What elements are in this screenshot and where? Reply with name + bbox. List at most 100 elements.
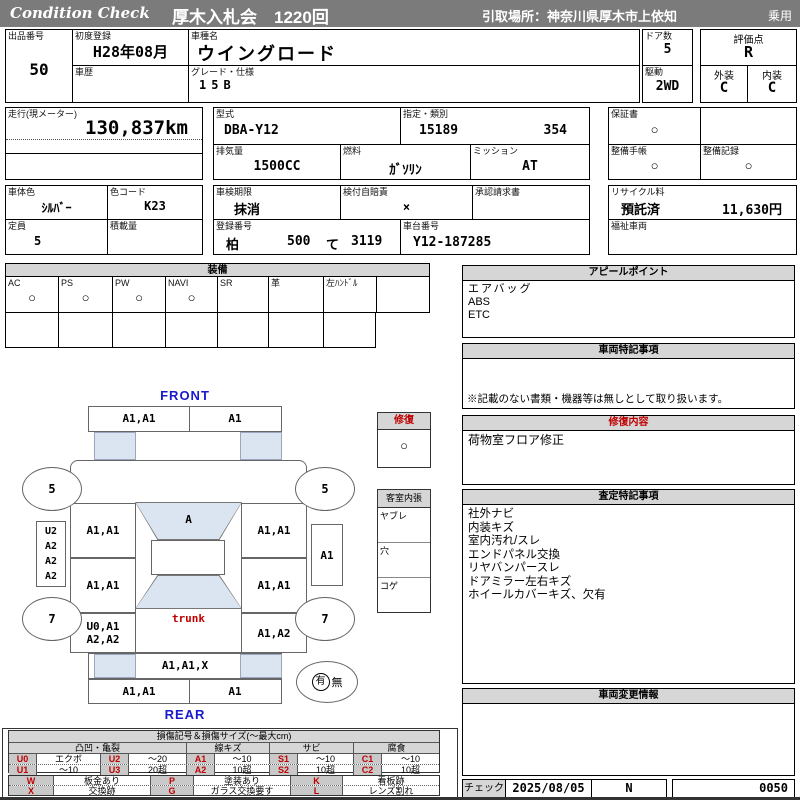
exterior-value: C bbox=[719, 80, 729, 96]
first-reg-cell: 初度登録 H28年08月 bbox=[73, 30, 189, 66]
color-code-value: K23 bbox=[144, 199, 166, 213]
assessment-section: 査定特記事項 社外ナビ 内装キズ 室内汚れ/スレ エンドパネル交換 リヤバンパー… bbox=[462, 489, 795, 684]
spare-absent: 無 bbox=[331, 677, 343, 689]
rear-left-tire-mark: 7 bbox=[22, 597, 82, 641]
check-number: 0050 bbox=[759, 781, 788, 795]
designation-label: 指定・類別 bbox=[403, 109, 449, 119]
front-bumper-right-mark: A1 bbox=[228, 412, 242, 425]
registration-kana: て bbox=[326, 238, 340, 253]
assessment-line: 内装キズ bbox=[468, 521, 514, 534]
rear-left-door: A1,A1 bbox=[70, 558, 136, 613]
displacement-cell: 排気量 1500CC bbox=[214, 145, 341, 179]
taillamp-right bbox=[240, 654, 282, 678]
front-right-tire-mark: 5 bbox=[295, 467, 355, 511]
registration-label: 登録番号 bbox=[216, 221, 253, 231]
lot-label: 出品番号 bbox=[8, 31, 45, 41]
doc-empty-cell bbox=[701, 108, 796, 145]
doors-label: ドア数 bbox=[645, 31, 673, 41]
interior-cell: 内装 C bbox=[748, 66, 796, 102]
model-name-cell: 車種名 ウイングロード bbox=[189, 30, 639, 66]
chassis-label: 車台番号 bbox=[403, 221, 440, 231]
assessment-line: 社外ナビ bbox=[468, 508, 514, 520]
rear-right-tire-mark: 7 bbox=[295, 597, 355, 641]
registration-number-cell: 登録番号 柏 500 て 3119 bbox=[214, 220, 401, 254]
headlamp-right bbox=[240, 432, 282, 460]
legend-table: 損傷記号＆損傷サイズ(〜最大cm) 凸凹・亀裂 線キズ サビ 腐食 U0 エクボ… bbox=[8, 730, 440, 775]
equipment-cell-lhd: 左ﾊﾝﾄﾞﾙ bbox=[324, 277, 377, 312]
doors-drive-table: ドア数 5 駆動 2WD bbox=[642, 29, 693, 103]
left-side-mark: A2 bbox=[44, 556, 58, 567]
first-reg-value: H28年08月 bbox=[92, 43, 169, 61]
legend-code: C2 bbox=[354, 765, 382, 775]
model-code-value: DBA-Y12 bbox=[224, 123, 279, 138]
front-right-door: A1,A1 bbox=[241, 503, 307, 558]
legend-title: 損傷記号＆損傷サイズ(〜最大cm) bbox=[9, 731, 439, 743]
equipment-empty-cell bbox=[166, 313, 218, 347]
equipment-row-2 bbox=[5, 313, 376, 348]
legend-code: S2 bbox=[270, 765, 298, 775]
equipment-mark-ac: ○ bbox=[28, 290, 36, 305]
front-left-door: A1,A1 bbox=[70, 503, 136, 558]
front-left-tire-mark: 5 bbox=[22, 467, 82, 511]
appeal-section: アピールポイント エアバッグ ABS ETC bbox=[462, 265, 795, 338]
score-cell: 評価点 R bbox=[701, 30, 796, 66]
doors-cell: ドア数 5 bbox=[643, 30, 692, 66]
color-code-label: 色コード bbox=[110, 187, 147, 197]
legend-code: A1 bbox=[187, 754, 215, 764]
equipment-cell-ps: PS ○ bbox=[59, 277, 113, 312]
spec-table: 型式 DBA-Y12 指定・類別 15189 354 排気量 1500CC 燃料… bbox=[213, 107, 590, 180]
left-quarter-mark-2: A2,A2 bbox=[86, 633, 120, 646]
grade-value: 15B bbox=[199, 78, 236, 92]
model-code-cell: 型式 DBA-Y12 bbox=[214, 108, 401, 145]
registration-table: 車検期限 抹消 検付自賠責 × 承認請求書 登録番号 柏 500 て 3119 … bbox=[213, 185, 590, 255]
rear-bumper-right-mark: A1 bbox=[228, 685, 242, 698]
recycle-welfare-table: リサイクル料 預託済 11,630円 福祉車両 bbox=[608, 185, 797, 255]
exterior-cell: 外装 C bbox=[701, 66, 748, 102]
maintenance-record-cell: 整備記録 ○ bbox=[701, 145, 796, 179]
fuel-label: 燃料 bbox=[343, 146, 362, 156]
legend-desc: レンズ割れ bbox=[368, 786, 414, 795]
cabin-lining-box: 客室内張 ヤブレ 穴 コゲ bbox=[377, 489, 431, 613]
lot-cell: 出品番号 50 bbox=[6, 30, 73, 102]
interior-value: C bbox=[767, 80, 777, 96]
transmission-value: AT bbox=[522, 159, 538, 174]
model-code-label: 型式 bbox=[216, 109, 235, 119]
equipment-label-ps: PS bbox=[61, 278, 74, 288]
special-notes-title: 車両特記事項 bbox=[463, 344, 794, 359]
inspection-cell: 車検期限 抹消 bbox=[214, 186, 341, 220]
model-name-value: ウイングロード bbox=[197, 44, 337, 64]
legend-code: X bbox=[9, 786, 54, 795]
fuel-value: ｶﾞｿﾘﾝ bbox=[389, 163, 422, 178]
chassis-value: Y12-187285 bbox=[413, 235, 492, 250]
repair-detail-title: 修復内容 bbox=[463, 416, 794, 431]
legend-desc: 〜10 bbox=[215, 754, 270, 764]
doors-value: 5 bbox=[663, 42, 672, 57]
rear-bumper: A1,A1 A1 bbox=[88, 679, 282, 704]
pickup-location: 引取場所：神奈川県厚木市上依知 bbox=[482, 9, 678, 24]
assessment-line: ホイールカバーキズ、欠有 bbox=[468, 589, 606, 601]
equipment-empty-cell bbox=[324, 313, 375, 347]
recycle-label: リサイクル料 bbox=[611, 187, 665, 197]
body-color-cell: 車体色 ｼﾙﾊﾞｰ bbox=[6, 186, 108, 220]
chassis-cell: 車台番号 Y12-187285 bbox=[401, 220, 589, 254]
legend-desc: 〜10 bbox=[37, 765, 101, 775]
score-value: R bbox=[743, 43, 754, 61]
equipment-cell-extra bbox=[377, 277, 429, 312]
legend-desc: 〜10 bbox=[400, 754, 420, 764]
lot-number: 50 bbox=[29, 60, 49, 79]
displacement-label: 排気量 bbox=[216, 146, 244, 156]
drive-cell: 駆動 2WD bbox=[643, 66, 692, 102]
legend-group-corrosion: 腐食 bbox=[354, 743, 439, 753]
welfare-label: 福祉車両 bbox=[611, 221, 648, 231]
body-color-value: ｼﾙﾊﾞｰ bbox=[41, 201, 72, 215]
repair-flag-title: 修復 bbox=[378, 413, 430, 430]
registration-class: 500 bbox=[287, 234, 311, 249]
assessment-line: 室内汚れ/スレ bbox=[468, 535, 541, 547]
body-color-label: 車体色 bbox=[8, 187, 36, 197]
equipment-label-navi: NAVI bbox=[168, 278, 189, 288]
legend-desc: 板金あり bbox=[54, 776, 151, 785]
legend-code: K bbox=[291, 776, 343, 785]
equipment-empty-cell bbox=[113, 313, 166, 347]
color-code-cell: 色コード K23 bbox=[108, 186, 202, 220]
displacement-value: 1500CC bbox=[253, 159, 301, 174]
